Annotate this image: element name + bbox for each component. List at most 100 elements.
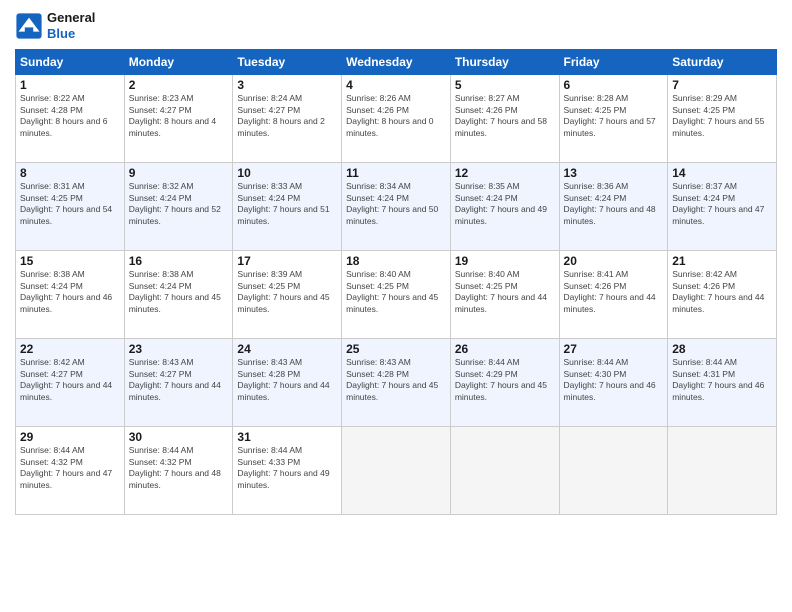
day-number: 15 [20,254,120,268]
calendar-cell: 10Sunrise: 8:33 AMSunset: 4:24 PMDayligh… [233,163,342,251]
cell-info: Sunrise: 8:38 AMSunset: 4:24 PMDaylight:… [129,269,229,315]
day-number: 9 [129,166,229,180]
weekday-header: Monday [124,50,233,75]
calendar-week-row: 15Sunrise: 8:38 AMSunset: 4:24 PMDayligh… [16,251,777,339]
header: General Blue [15,10,777,41]
cell-info: Sunrise: 8:31 AMSunset: 4:25 PMDaylight:… [20,181,120,227]
day-number: 17 [237,254,337,268]
calendar-cell: 29Sunrise: 8:44 AMSunset: 4:32 PMDayligh… [16,427,125,515]
weekday-header-row: SundayMondayTuesdayWednesdayThursdayFrid… [16,50,777,75]
weekday-header: Saturday [668,50,777,75]
calendar-cell: 20Sunrise: 8:41 AMSunset: 4:26 PMDayligh… [559,251,668,339]
calendar-cell: 30Sunrise: 8:44 AMSunset: 4:32 PMDayligh… [124,427,233,515]
cell-info: Sunrise: 8:34 AMSunset: 4:24 PMDaylight:… [346,181,446,227]
calendar-cell: 22Sunrise: 8:42 AMSunset: 4:27 PMDayligh… [16,339,125,427]
calendar-cell: 19Sunrise: 8:40 AMSunset: 4:25 PMDayligh… [450,251,559,339]
day-number: 26 [455,342,555,356]
day-number: 27 [564,342,664,356]
cell-info: Sunrise: 8:36 AMSunset: 4:24 PMDaylight:… [564,181,664,227]
day-number: 18 [346,254,446,268]
calendar-cell: 6Sunrise: 8:28 AMSunset: 4:25 PMDaylight… [559,75,668,163]
calendar-week-row: 22Sunrise: 8:42 AMSunset: 4:27 PMDayligh… [16,339,777,427]
day-number: 2 [129,78,229,92]
day-number: 20 [564,254,664,268]
day-number: 30 [129,430,229,444]
calendar-cell: 2Sunrise: 8:23 AMSunset: 4:27 PMDaylight… [124,75,233,163]
cell-info: Sunrise: 8:44 AMSunset: 4:32 PMDaylight:… [129,445,229,491]
calendar-cell: 5Sunrise: 8:27 AMSunset: 4:26 PMDaylight… [450,75,559,163]
cell-info: Sunrise: 8:44 AMSunset: 4:29 PMDaylight:… [455,357,555,403]
cell-info: Sunrise: 8:42 AMSunset: 4:26 PMDaylight:… [672,269,772,315]
cell-info: Sunrise: 8:27 AMSunset: 4:26 PMDaylight:… [455,93,555,139]
day-number: 1 [20,78,120,92]
weekday-header: Friday [559,50,668,75]
day-number: 16 [129,254,229,268]
calendar-cell: 15Sunrise: 8:38 AMSunset: 4:24 PMDayligh… [16,251,125,339]
cell-info: Sunrise: 8:44 AMSunset: 4:32 PMDaylight:… [20,445,120,491]
calendar-cell: 3Sunrise: 8:24 AMSunset: 4:27 PMDaylight… [233,75,342,163]
cell-info: Sunrise: 8:38 AMSunset: 4:24 PMDaylight:… [20,269,120,315]
calendar-cell: 24Sunrise: 8:43 AMSunset: 4:28 PMDayligh… [233,339,342,427]
calendar-cell: 13Sunrise: 8:36 AMSunset: 4:24 PMDayligh… [559,163,668,251]
day-number: 21 [672,254,772,268]
cell-info: Sunrise: 8:32 AMSunset: 4:24 PMDaylight:… [129,181,229,227]
cell-info: Sunrise: 8:39 AMSunset: 4:25 PMDaylight:… [237,269,337,315]
cell-info: Sunrise: 8:24 AMSunset: 4:27 PMDaylight:… [237,93,337,139]
day-number: 6 [564,78,664,92]
calendar-cell: 4Sunrise: 8:26 AMSunset: 4:26 PMDaylight… [342,75,451,163]
calendar-week-row: 8Sunrise: 8:31 AMSunset: 4:25 PMDaylight… [16,163,777,251]
cell-info: Sunrise: 8:23 AMSunset: 4:27 PMDaylight:… [129,93,229,139]
calendar-cell: 16Sunrise: 8:38 AMSunset: 4:24 PMDayligh… [124,251,233,339]
cell-info: Sunrise: 8:43 AMSunset: 4:28 PMDaylight:… [237,357,337,403]
day-number: 12 [455,166,555,180]
logo-icon [15,12,43,40]
weekday-header: Thursday [450,50,559,75]
day-number: 22 [20,342,120,356]
day-number: 7 [672,78,772,92]
weekday-header: Sunday [16,50,125,75]
day-number: 3 [237,78,337,92]
day-number: 8 [20,166,120,180]
cell-info: Sunrise: 8:44 AMSunset: 4:30 PMDaylight:… [564,357,664,403]
calendar-cell: 1Sunrise: 8:22 AMSunset: 4:28 PMDaylight… [16,75,125,163]
calendar-cell: 18Sunrise: 8:40 AMSunset: 4:25 PMDayligh… [342,251,451,339]
day-number: 23 [129,342,229,356]
cell-info: Sunrise: 8:41 AMSunset: 4:26 PMDaylight:… [564,269,664,315]
cell-info: Sunrise: 8:35 AMSunset: 4:24 PMDaylight:… [455,181,555,227]
day-number: 10 [237,166,337,180]
calendar-cell: 12Sunrise: 8:35 AMSunset: 4:24 PMDayligh… [450,163,559,251]
cell-info: Sunrise: 8:42 AMSunset: 4:27 PMDaylight:… [20,357,120,403]
day-number: 24 [237,342,337,356]
calendar-cell: 26Sunrise: 8:44 AMSunset: 4:29 PMDayligh… [450,339,559,427]
calendar-cell: 9Sunrise: 8:32 AMSunset: 4:24 PMDaylight… [124,163,233,251]
calendar-cell: 31Sunrise: 8:44 AMSunset: 4:33 PMDayligh… [233,427,342,515]
calendar-cell: 17Sunrise: 8:39 AMSunset: 4:25 PMDayligh… [233,251,342,339]
logo: General Blue [15,10,95,41]
calendar-cell: 23Sunrise: 8:43 AMSunset: 4:27 PMDayligh… [124,339,233,427]
cell-info: Sunrise: 8:29 AMSunset: 4:25 PMDaylight:… [672,93,772,139]
calendar-week-row: 1Sunrise: 8:22 AMSunset: 4:28 PMDaylight… [16,75,777,163]
calendar-cell [342,427,451,515]
day-number: 31 [237,430,337,444]
day-number: 4 [346,78,446,92]
logo-text: General Blue [47,10,95,41]
calendar-cell: 21Sunrise: 8:42 AMSunset: 4:26 PMDayligh… [668,251,777,339]
weekday-header: Wednesday [342,50,451,75]
day-number: 19 [455,254,555,268]
day-number: 29 [20,430,120,444]
calendar-cell [668,427,777,515]
cell-info: Sunrise: 8:28 AMSunset: 4:25 PMDaylight:… [564,93,664,139]
day-number: 5 [455,78,555,92]
calendar-cell: 11Sunrise: 8:34 AMSunset: 4:24 PMDayligh… [342,163,451,251]
calendar-cell: 8Sunrise: 8:31 AMSunset: 4:25 PMDaylight… [16,163,125,251]
cell-info: Sunrise: 8:43 AMSunset: 4:27 PMDaylight:… [129,357,229,403]
day-number: 11 [346,166,446,180]
day-number: 14 [672,166,772,180]
cell-info: Sunrise: 8:26 AMSunset: 4:26 PMDaylight:… [346,93,446,139]
calendar-week-row: 29Sunrise: 8:44 AMSunset: 4:32 PMDayligh… [16,427,777,515]
day-number: 25 [346,342,446,356]
calendar-table: SundayMondayTuesdayWednesdayThursdayFrid… [15,49,777,515]
day-number: 13 [564,166,664,180]
calendar-cell [559,427,668,515]
cell-info: Sunrise: 8:40 AMSunset: 4:25 PMDaylight:… [455,269,555,315]
